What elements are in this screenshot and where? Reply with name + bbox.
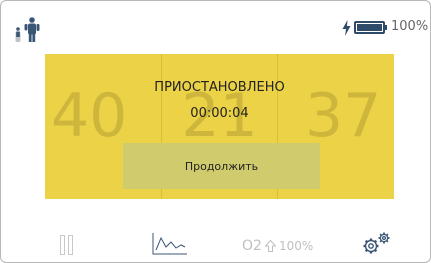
continue-button[interactable]: Продолжить: [123, 143, 320, 189]
elapsed-timer: 00:00:04: [190, 106, 249, 121]
paused-status-title: ПРИОСТАНОВЛЕНО: [154, 80, 285, 95]
battery-tip: [385, 25, 387, 30]
pause-icon[interactable]: [60, 235, 74, 255]
gears-icon[interactable]: [359, 231, 393, 257]
paused-panel: 40 21 37 ПРИОСТАНОВЛЕНО 00:00:04 Продолж…: [45, 54, 394, 199]
battery-indicator: [354, 21, 387, 34]
adult-child-icon[interactable]: [13, 16, 43, 42]
battery-fill: [357, 24, 382, 31]
bolt-icon: [342, 20, 351, 36]
trend-chart-icon[interactable]: [152, 233, 188, 255]
battery-body: [354, 21, 385, 34]
o2-readout[interactable]: O2 100%: [242, 237, 313, 255]
o2-percent: 100%: [278, 239, 314, 253]
battery-percent: 100%: [391, 19, 429, 34]
arrow-up-icon: [264, 239, 277, 252]
device-screen: 100% 40 21 37 ПРИОСТАНОВЛЕНО 00:00:04 Пр…: [0, 0, 431, 263]
o2-label: O2: [242, 238, 262, 254]
